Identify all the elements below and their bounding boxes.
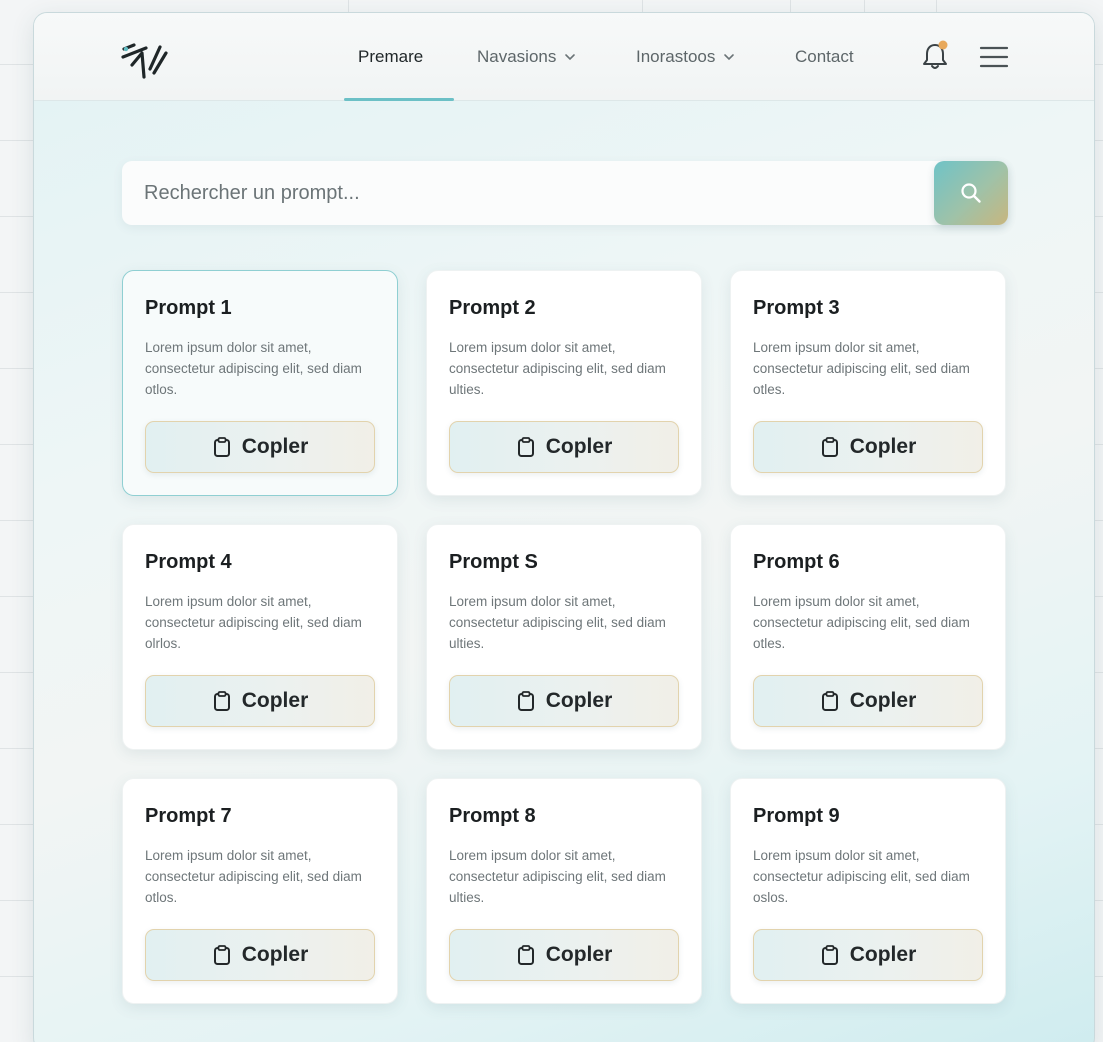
- clipboard-icon: [213, 691, 230, 711]
- copy-button-label: Copler: [545, 943, 613, 966]
- clipboard-icon: [821, 691, 838, 711]
- card-description: Lorem ipsum dolor sit amet, consectetur …: [145, 340, 362, 397]
- card-description: Lorem ipsum dolor sit amet, consectetur …: [753, 594, 970, 651]
- nav-item-label: Navasions: [477, 47, 557, 66]
- chevron-down-icon: [724, 54, 735, 61]
- search-input[interactable]: [122, 161, 922, 225]
- app-window: Premare Navasions Inorastoos Contact Rec…: [33, 12, 1095, 1042]
- nav-item-navasions[interactable]: Navasions: [477, 47, 576, 67]
- copy-button[interactable]: Copler: [449, 929, 679, 981]
- copy-button[interactable]: Copler: [449, 421, 679, 473]
- clipboard-icon: [213, 437, 230, 457]
- clipboard-icon: [213, 945, 230, 965]
- copy-button-label: Copler: [849, 435, 917, 458]
- search-icon: [961, 183, 981, 203]
- card-title: Prompt S: [449, 551, 538, 573]
- copy-button[interactable]: Copler: [145, 675, 375, 727]
- card-title: Prompt 7: [145, 805, 232, 827]
- prompt-card[interactable]: Prompt 2 Lorem ipsum dolor sit amet, con…: [426, 270, 702, 496]
- copy-button-label: Copler: [241, 435, 309, 458]
- card-title: Prompt 1: [145, 297, 232, 319]
- prompt-card[interactable]: Prompt 1 Lorem ipsum dolor sit amet, con…: [122, 270, 398, 496]
- card-title: Prompt 9: [753, 805, 840, 827]
- hamburger-menu-icon[interactable]: [979, 45, 1009, 69]
- copy-button-label: Copler: [849, 943, 917, 966]
- copy-button[interactable]: Copler: [753, 421, 983, 473]
- card-title: Prompt 3: [753, 297, 840, 319]
- prompt-card[interactable]: Prompt 6 Lorem ipsum dolor sit amet, con…: [730, 524, 1006, 750]
- search-bar: [122, 161, 1008, 225]
- clipboard-icon: [517, 437, 534, 457]
- clipboard-icon: [517, 691, 534, 711]
- copy-button[interactable]: Copler: [449, 675, 679, 727]
- prompt-card[interactable]: Prompt 8 Lorem ipsum dolor sit amet, con…: [426, 778, 702, 1004]
- card-title: Prompt 6: [753, 551, 840, 573]
- nav-item-label: Premare: [358, 47, 424, 66]
- card-title: Prompt 2: [449, 297, 536, 319]
- copy-button-label: Copler: [545, 435, 613, 458]
- copy-button-label: Copler: [849, 689, 917, 712]
- nav-item-label: Inorastoos: [636, 47, 716, 66]
- clipboard-icon: [821, 437, 838, 457]
- copy-button[interactable]: Copler: [753, 675, 983, 727]
- card-description: Lorem ipsum dolor sit amet, consectetur …: [449, 594, 666, 651]
- nav-item-inorastoos[interactable]: Inorastoos: [636, 47, 735, 67]
- prompt-card[interactable]: Prompt 9 Lorem ipsum dolor sit amet, con…: [730, 778, 1006, 1004]
- card-title: Prompt 8: [449, 805, 536, 827]
- copy-button[interactable]: Copler: [753, 929, 983, 981]
- clipboard-icon: [517, 945, 534, 965]
- copy-button-label: Copler: [241, 689, 309, 712]
- nav-item-contact[interactable]: Contact: [795, 47, 854, 67]
- prompt-card[interactable]: Prompt 4 Lorem ipsum dolor sit amet, con…: [122, 524, 398, 750]
- card-description: Lorem ipsum dolor sit amet, consectetur …: [449, 848, 666, 905]
- active-tab-indicator: [344, 98, 454, 101]
- notification-dot: [938, 40, 948, 50]
- card-description: Lorem ipsum dolor sit amet, consectetur …: [753, 340, 970, 397]
- prompt-card[interactable]: Prompt 3 Lorem ipsum dolor sit amet, con…: [730, 270, 1006, 496]
- copy-button-label: Copler: [241, 943, 309, 966]
- prompt-card[interactable]: Prompt 7 Lorem ipsum dolor sit amet, con…: [122, 778, 398, 1004]
- chevron-down-icon: [565, 54, 576, 61]
- nav-item-premare[interactable]: Premare: [358, 47, 423, 67]
- card-title: Prompt 4: [145, 551, 232, 573]
- nav-item-label: Contact: [795, 47, 854, 66]
- clipboard-icon: [821, 945, 838, 965]
- card-description: Lorem ipsum dolor sit amet, consectetur …: [145, 594, 362, 651]
- brand-logo[interactable]: [120, 39, 172, 83]
- card-description: Lorem ipsum dolor sit amet, consectetur …: [145, 848, 362, 905]
- top-navbar: Premare Navasions Inorastoos Contact: [34, 13, 1094, 101]
- card-description: Lorem ipsum dolor sit amet, consectetur …: [753, 848, 970, 905]
- prompt-card[interactable]: Prompt S Lorem ipsum dolor sit amet, con…: [426, 524, 702, 750]
- copy-button-label: Copler: [545, 689, 613, 712]
- search-button[interactable]: [934, 161, 1008, 225]
- bell-icon[interactable]: [920, 39, 950, 71]
- copy-button[interactable]: Copler: [145, 929, 375, 981]
- copy-button[interactable]: Copler: [145, 421, 375, 473]
- card-description: Lorem ipsum dolor sit amet, consectetur …: [449, 340, 666, 397]
